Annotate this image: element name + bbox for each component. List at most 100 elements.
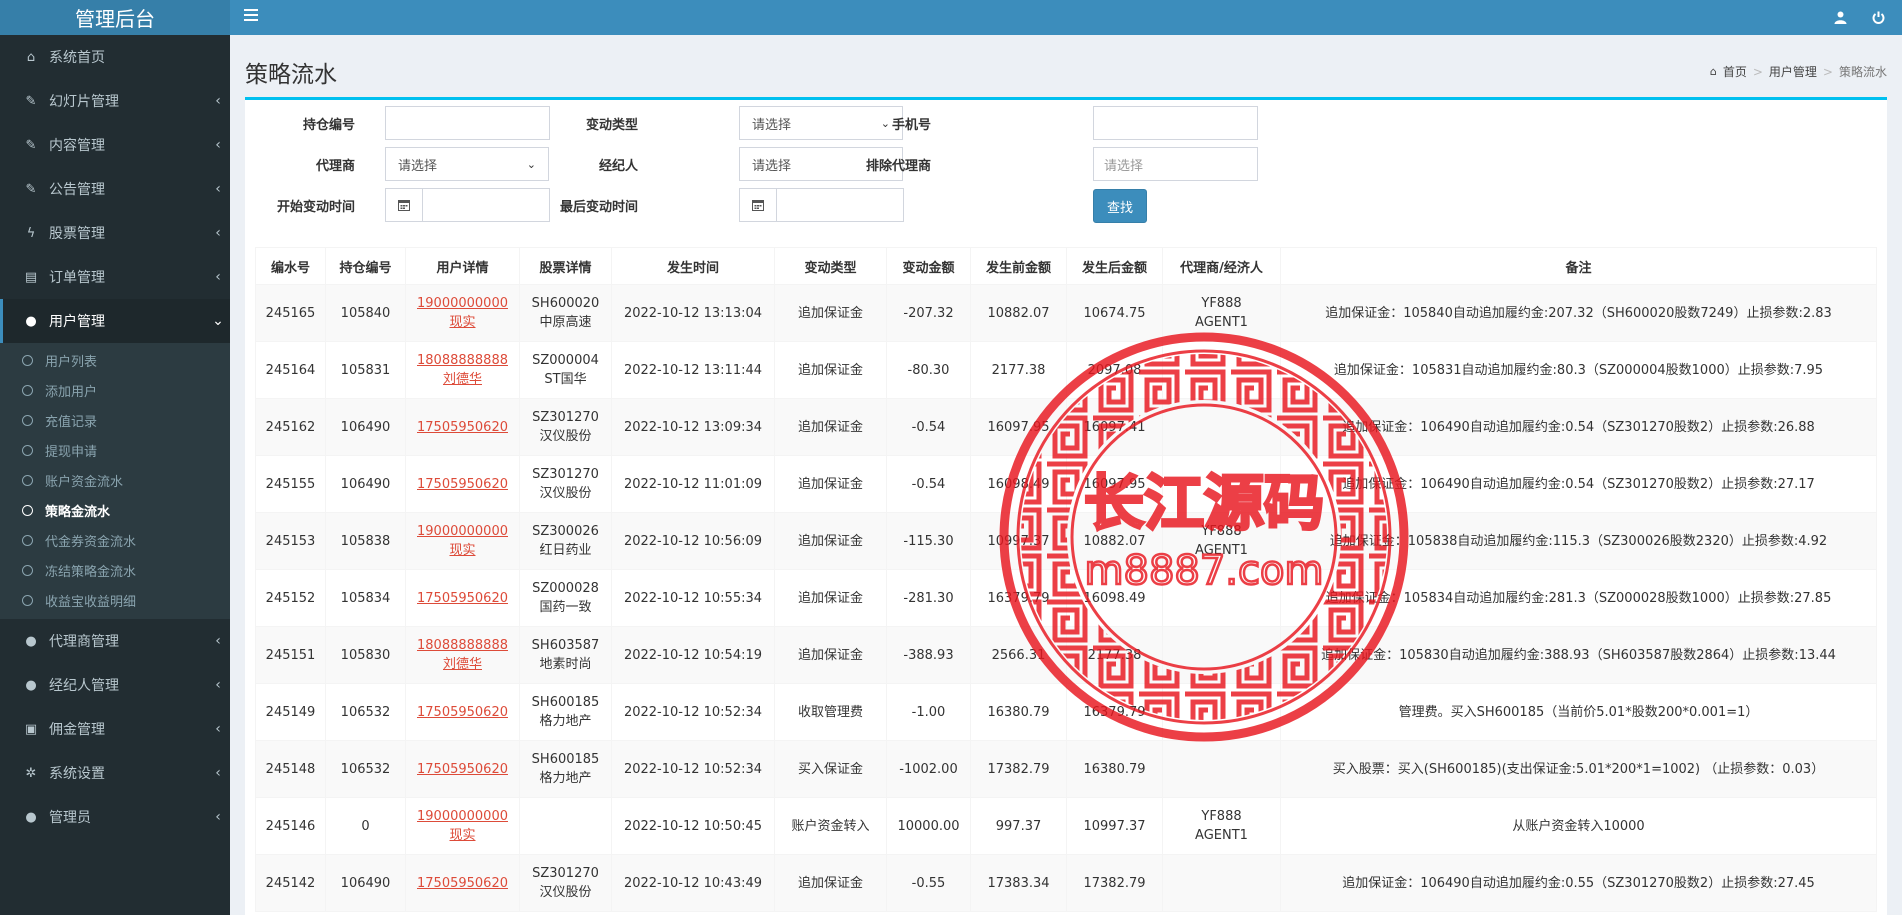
cell-position: 105838 [325, 512, 406, 570]
bolt-icon: ϟ [26, 225, 36, 241]
chevron-left-icon: ‹ [215, 633, 221, 649]
cell-id: 245148 [255, 740, 326, 798]
sidebar-item[interactable]: ✎ 内容管理 ‹ [0, 123, 230, 167]
sidebar-item[interactable]: ● 用户管理 ⌄ [0, 299, 230, 343]
user-phone-link[interactable]: 17505950620 [417, 591, 508, 606]
cell-id: 245165 [255, 284, 326, 342]
sidebar-item[interactable]: ✎ 公告管理 ‹ [0, 167, 230, 211]
sidebar-subitem[interactable]: 冻结策略金流水 [0, 555, 230, 585]
circle-icon [22, 474, 33, 486]
sidebar-item[interactable]: ⌂ 系统首页 [0, 35, 230, 79]
sidebar-item[interactable]: ▣ 佣金管理 ‹ [0, 707, 230, 751]
cell-stock [519, 797, 612, 855]
cell-note: 追加保证金：105840自动追加履约金:207.32（SH600020股数724… [1280, 284, 1877, 342]
phone-input[interactable] [1093, 106, 1258, 140]
power-icon[interactable] [1868, 7, 1888, 27]
home-icon: ⌂ [26, 49, 36, 65]
cell-agent [1162, 740, 1281, 798]
cell-position: 106490 [325, 854, 406, 912]
column-header: 用户详情 [405, 247, 520, 285]
cell-after: 16097.95 [1066, 455, 1163, 513]
breadcrumb-user-mgmt[interactable]: 用户管理 [1769, 63, 1817, 80]
user-name-link[interactable]: 刘德华 [443, 372, 482, 387]
exclude-agent-input[interactable]: 请选择 [1093, 147, 1258, 181]
agent-value: 请选择 [398, 158, 438, 174]
cell-id: 245153 [255, 512, 326, 570]
sidebar-item[interactable]: ● 代理商管理 ‹ [0, 619, 230, 663]
user-phone-link[interactable]: 18088888888 [417, 638, 508, 653]
cell-after: 10997.37 [1066, 797, 1163, 855]
stock-code: SZ301270 [532, 866, 599, 881]
cell-before: 16380.79 [970, 683, 1067, 741]
start-time-picker[interactable] [385, 188, 550, 222]
sidebar-subitem[interactable]: 代金券资金流水 [0, 525, 230, 555]
sidebar-subitem[interactable]: 账户资金流水 [0, 465, 230, 495]
cell-after: 16380.79 [1066, 740, 1163, 798]
user-phone-link[interactable]: 17505950620 [417, 762, 508, 777]
user-phone-link[interactable]: 19000000000 [417, 524, 508, 539]
app-logo[interactable]: 管理后台 [0, 0, 230, 35]
stock-name: 汉仪股份 [539, 486, 592, 501]
chevron-left-icon: ‹ [215, 137, 221, 153]
cell-user: 18088888888 刘德华 [405, 341, 520, 399]
user-phone-link[interactable]: 17505950620 [417, 420, 508, 435]
cell-amount: -0.54 [886, 455, 971, 513]
user-icon[interactable] [1830, 7, 1850, 27]
cell-time: 2022-10-12 10:54:19 [611, 626, 775, 684]
user-phone-link[interactable]: 19000000000 [417, 296, 508, 311]
sidebar-item[interactable]: ● 管理员 ‹ [0, 795, 230, 839]
cell-id: 245155 [255, 455, 326, 513]
sidebar-item-label: 佣金管理 [49, 722, 105, 738]
sidebar-subitem[interactable]: 充值记录 [0, 405, 230, 435]
sidebar-item[interactable]: ✎ 幻灯片管理 ‹ [0, 79, 230, 123]
user-phone-link[interactable]: 17505950620 [417, 477, 508, 492]
calendar-icon[interactable] [385, 188, 423, 222]
sidebar-item[interactable]: ● 经纪人管理 ‹ [0, 663, 230, 707]
sidebar-menu-entry: ▤ 订单管理 ‹ [0, 255, 230, 299]
sidebar-item[interactable]: ϟ 股票管理 ‹ [0, 211, 230, 255]
cell-position: 106532 [325, 740, 406, 798]
stock-name: 格力地产 [539, 714, 592, 729]
sidebar-subitem[interactable]: 用户列表 [0, 345, 230, 375]
breadcrumb-home[interactable]: 首页 [1723, 63, 1747, 80]
sidebar-menu-entry: ✎ 幻灯片管理 ‹ [0, 79, 230, 123]
cell-id: 245164 [255, 341, 326, 399]
agent-select[interactable]: 请选择 ⌄ [385, 147, 549, 181]
user-name-link[interactable]: 现实 [449, 315, 475, 330]
calendar-icon[interactable] [739, 188, 777, 222]
stock-name: 汉仪股份 [539, 885, 592, 900]
sidebar-toggle-icon[interactable] [244, 9, 258, 23]
chevron-down-icon: ⌄ [212, 313, 224, 329]
page-title: 策略流水 [245, 62, 337, 88]
cell-amount: -1.00 [886, 683, 971, 741]
end-time-picker[interactable] [739, 188, 904, 222]
cell-agent [1162, 455, 1281, 513]
sidebar-subitem[interactable]: 添加用户 [0, 375, 230, 405]
user-phone-link[interactable]: 19000000000 [417, 809, 508, 824]
sidebar-item[interactable]: ▤ 订单管理 ‹ [0, 255, 230, 299]
end-time-input[interactable] [777, 188, 904, 222]
user-phone-link[interactable]: 17505950620 [417, 705, 508, 720]
sidebar-subitem[interactable]: 提现申请 [0, 435, 230, 465]
table-row: 245152 105834 17505950620 SZ000028 国药一致 2022-… [255, 569, 1877, 627]
stock-name: 格力地产 [539, 771, 592, 786]
stock-name: 红日药业 [539, 543, 592, 558]
sidebar-subitem[interactable]: 策略金流水 [0, 495, 230, 525]
position-no-input[interactable] [385, 106, 550, 140]
user-name-link[interactable]: 刘德华 [443, 657, 482, 672]
sidebar-subitem[interactable]: 收益宝收益明细 [0, 585, 230, 615]
sidebar-subitem-label: 充值记录 [45, 414, 98, 430]
change-type-label: 变动类型 [585, 118, 638, 133]
cell-note: 管理费。买入SH600185（当前价5.01*股数200*0.001=1） [1280, 683, 1877, 741]
sidebar-subitem-label: 添加用户 [45, 384, 98, 400]
cell-user: 17505950620 [405, 455, 520, 513]
user-name-link[interactable]: 现实 [449, 828, 475, 843]
sidebar-item[interactable]: ✲ 系统设置 ‹ [0, 751, 230, 795]
cell-user: 19000000000 现实 [405, 512, 520, 570]
search-button[interactable]: 查找 [1093, 189, 1147, 223]
user-phone-link[interactable]: 18088888888 [417, 353, 508, 368]
cell-time: 2022-10-12 10:50:45 [611, 797, 775, 855]
user-phone-link[interactable]: 17505950620 [417, 876, 508, 891]
user-name-link[interactable]: 现实 [449, 543, 475, 558]
breadcrumb: ⌂ 首页 > 用户管理 > 策略流水 [1710, 63, 1887, 80]
